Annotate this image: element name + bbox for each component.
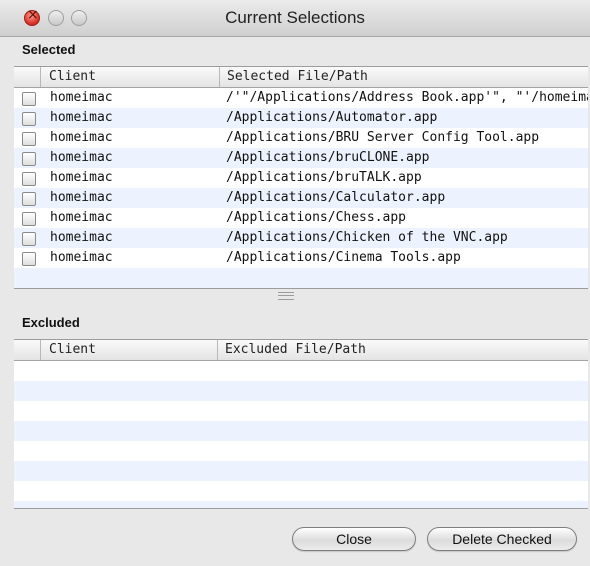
- empty-row: [14, 268, 588, 288]
- selected-table: Client Selected File/Path homeimac /'"/Ap…: [14, 66, 588, 289]
- table-row[interactable]: homeimac/Applications/bruTALK.app: [14, 168, 588, 188]
- empty-row: [14, 401, 588, 421]
- client-cell: homeimac: [50, 150, 113, 165]
- column-divider[interactable]: [40, 340, 41, 360]
- selected-table-body: homeimac /'"/Applications/Address Book.ap…: [14, 88, 588, 289]
- client-cell: homeimac: [50, 230, 113, 245]
- client-cell: homeimac: [50, 130, 113, 145]
- client-cell: homeimac: [50, 170, 113, 185]
- column-divider[interactable]: [40, 67, 41, 87]
- client-column-header[interactable]: Client: [49, 342, 96, 357]
- table-row[interactable]: homeimac /'"/Applications/Address Book.ap…: [14, 88, 588, 108]
- splitter-handle[interactable]: [278, 292, 294, 300]
- delete-checked-button[interactable]: Delete Checked: [427, 527, 577, 551]
- path-cell: /Applications/Automator.app: [226, 110, 438, 125]
- path-cell: /Applications/Chicken of the VNC.app: [226, 230, 508, 245]
- row-checkbox[interactable]: [22, 172, 36, 186]
- selected-section-heading: Selected: [22, 42, 76, 57]
- close-button[interactable]: Close: [292, 527, 416, 551]
- empty-row: [14, 461, 588, 481]
- empty-row: [14, 481, 588, 501]
- table-row[interactable]: homeimac/Applications/Chicken of the VNC…: [14, 228, 588, 248]
- row-checkbox[interactable]: [22, 232, 36, 246]
- table-row[interactable]: homeimac/Applications/Chess.app: [14, 208, 588, 228]
- table-row[interactable]: homeimac/Applications/Cinema Tools.app: [14, 248, 588, 268]
- empty-row: [14, 361, 588, 381]
- path-cell: /Applications/Chess.app: [226, 210, 407, 225]
- selected-table-header: Client Selected File/Path: [14, 67, 588, 88]
- row-checkbox[interactable]: [22, 132, 36, 146]
- empty-row: [14, 501, 588, 508]
- excluded-table-body: [14, 361, 588, 508]
- selected-path-column-header[interactable]: Selected File/Path: [227, 69, 368, 84]
- client-cell: homeimac: [50, 90, 113, 105]
- path-cell: /'"/Applications/Address Book.app'", "'/…: [226, 90, 588, 105]
- table-row[interactable]: homeimac/Applications/Calculator.app: [14, 188, 588, 208]
- table-row[interactable]: homeimac/Applications/bruCLONE.app: [14, 148, 588, 168]
- client-cell: homeimac: [50, 210, 113, 225]
- path-cell: /Applications/BRU Server Config Tool.app: [226, 130, 540, 145]
- row-checkbox[interactable]: [22, 192, 36, 206]
- excluded-section-heading: Excluded: [22, 315, 80, 330]
- path-cell: /Applications/bruTALK.app: [226, 170, 422, 185]
- path-cell: /Applications/bruCLONE.app: [226, 150, 430, 165]
- excluded-path-column-header[interactable]: Excluded File/Path: [225, 342, 366, 357]
- column-divider[interactable]: [219, 67, 220, 87]
- table-row[interactable]: homeimac/Applications/BRU Server Config …: [14, 128, 588, 148]
- row-checkbox[interactable]: [22, 92, 36, 106]
- empty-row: [14, 421, 588, 441]
- row-checkbox[interactable]: [22, 212, 36, 226]
- row-checkbox[interactable]: [22, 252, 36, 266]
- client-cell: homeimac: [50, 190, 113, 205]
- client-column-header[interactable]: Client: [49, 69, 96, 84]
- current-selections-window: Current Selections Selected Client Selec…: [0, 0, 590, 566]
- row-checkbox[interactable]: [22, 112, 36, 126]
- window-title: Current Selections: [225, 8, 365, 27]
- excluded-table-header: Client Excluded File/Path: [14, 340, 588, 361]
- column-divider[interactable]: [217, 340, 218, 360]
- path-cell: /Applications/Calculator.app: [226, 190, 446, 205]
- table-row[interactable]: homeimac/Applications/Automator.app: [14, 108, 588, 128]
- empty-row: [14, 288, 588, 289]
- title-bar: Current Selections: [0, 0, 590, 37]
- excluded-table: Client Excluded File/Path: [14, 339, 588, 509]
- row-checkbox[interactable]: [22, 152, 36, 166]
- client-cell: homeimac: [50, 250, 113, 265]
- empty-row: [14, 441, 588, 461]
- empty-row: [14, 381, 588, 401]
- path-cell: /Applications/Cinema Tools.app: [226, 250, 461, 265]
- client-cell: homeimac: [50, 110, 113, 125]
